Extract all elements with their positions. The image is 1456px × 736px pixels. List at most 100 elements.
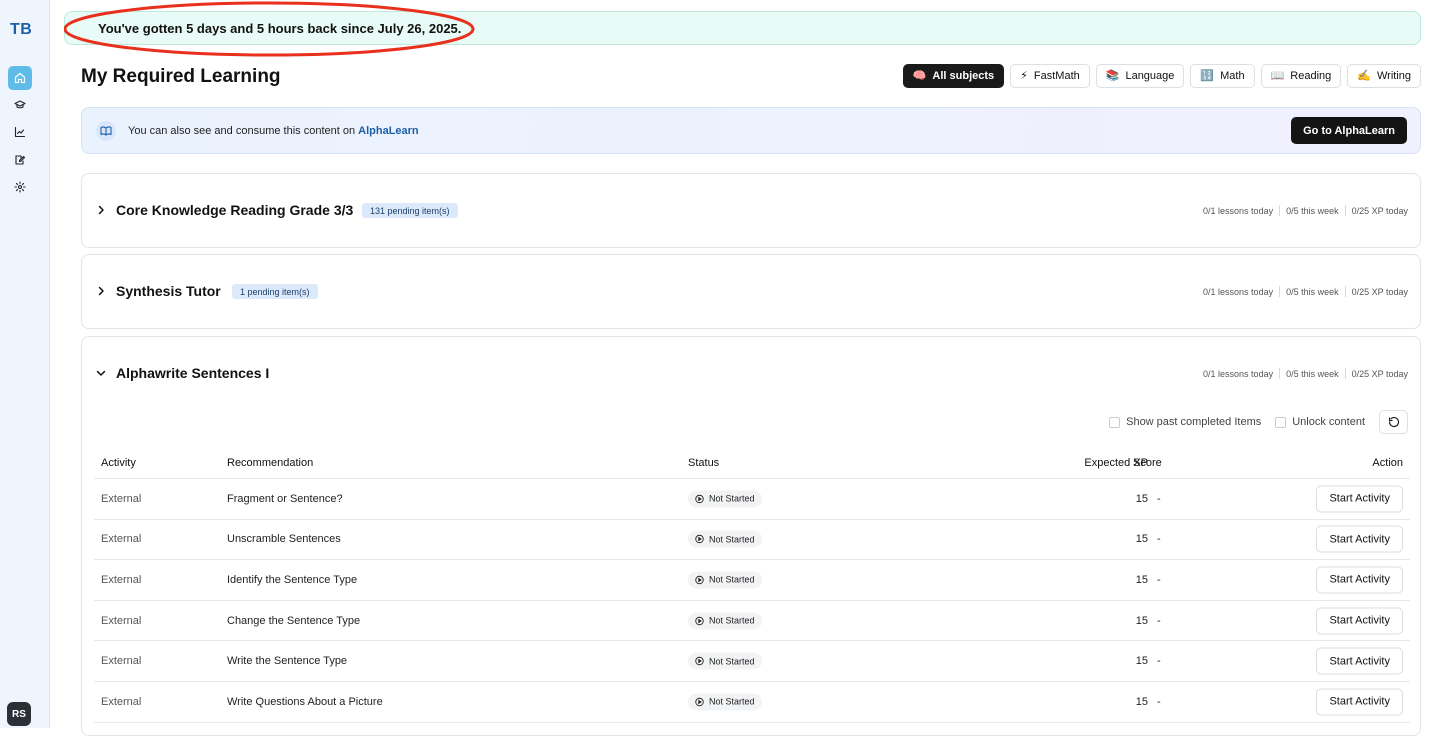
column-header: Action: [1372, 456, 1403, 469]
this-week: 0/5 this week: [1286, 286, 1339, 297]
recommendation-cell: Change the Sentence Type: [227, 614, 361, 627]
graduation-cap-icon[interactable]: [8, 93, 32, 117]
xp-cell: 15: [1135, 695, 1148, 708]
refresh-icon: [1388, 416, 1399, 428]
score-cell: -: [1157, 614, 1161, 627]
course-card-expanded: Alphawrite Sentences I 0/1 lessons today…: [81, 336, 1421, 736]
table-header: Activity Recommendation Status Expected …: [94, 447, 1410, 479]
xp-cell: 15: [1135, 492, 1148, 505]
status-text: Not Started: [709, 493, 755, 504]
column-header: Activity: [101, 456, 136, 469]
score-cell: -: [1157, 695, 1161, 708]
lightning-icon: ⚡: [1020, 69, 1028, 82]
start-activity-button[interactable]: Start Activity: [1316, 607, 1403, 635]
checkbox-box[interactable]: [1275, 416, 1287, 428]
course-stats: 0/1 lessons today 0/5 this week 0/25 XP …: [1203, 368, 1408, 379]
column-header: Recommendation: [227, 456, 314, 469]
filter-language[interactable]: 📚 Language: [1095, 64, 1185, 88]
status-cell: Not Started: [688, 530, 762, 548]
column-header: Score: [1133, 456, 1162, 469]
chevron-down-icon[interactable]: [95, 367, 107, 379]
table-tools: Show past completed Items Unlock content: [1109, 410, 1408, 434]
refresh-button[interactable]: [1379, 410, 1408, 434]
filter-all-subjects[interactable]: 🧠 All subjects: [902, 64, 1005, 88]
status-cell: Not Started: [688, 490, 762, 508]
start-activity-button[interactable]: Start Activity: [1316, 485, 1403, 513]
status-text: Not Started: [709, 696, 755, 707]
home-icon[interactable]: [8, 66, 32, 90]
chevron-right-icon[interactable]: [95, 204, 107, 216]
status-badge: Not Started: [688, 652, 762, 670]
checkbox-label: Unlock content: [1292, 416, 1365, 428]
sidebar: TB RS: [0, 0, 50, 728]
action-cell: Start Activity: [1316, 485, 1403, 513]
xp-cell: 15: [1135, 614, 1148, 627]
activity-cell: External: [101, 573, 142, 586]
status-badge: Not Started: [688, 490, 762, 508]
status-text: Not Started: [709, 534, 755, 545]
score-cell: -: [1157, 573, 1161, 586]
activity-cell: External: [101, 614, 142, 627]
alphalearn-link[interactable]: AlphaLearn: [358, 125, 419, 137]
action-cell: Start Activity: [1316, 525, 1403, 553]
course-stats: 0/1 lessons today 0/5 this week 0/25 XP …: [1203, 205, 1408, 216]
activity-cell: External: [101, 655, 142, 668]
this-week: 0/5 this week: [1286, 205, 1339, 216]
filter-label: All subjects: [932, 70, 995, 82]
app-logo[interactable]: TB: [10, 21, 32, 39]
checkbox-box[interactable]: [1109, 416, 1121, 428]
activity-cell: External: [101, 695, 142, 708]
filter-label: Reading: [1290, 70, 1332, 82]
gear-icon[interactable]: [8, 175, 32, 199]
status-text: Not Started: [709, 656, 755, 667]
chart-icon[interactable]: [8, 120, 32, 144]
start-activity-button[interactable]: Start Activity: [1316, 525, 1403, 553]
status-text: Not Started: [709, 574, 755, 585]
course-header[interactable]: Alphawrite Sentences I 0/1 lessons today…: [82, 337, 1420, 411]
recommendation-cell: Write Questions About a Picture: [227, 695, 383, 708]
brain-icon: 🧠: [912, 69, 927, 82]
score-cell: -: [1157, 655, 1161, 668]
open-book-icon: 📖: [1270, 69, 1285, 82]
show-past-completed-checkbox[interactable]: Show past completed Items: [1109, 416, 1261, 428]
edit-note-icon[interactable]: [8, 148, 32, 172]
lessons-today: 0/1 lessons today: [1203, 368, 1274, 379]
action-cell: Start Activity: [1316, 688, 1403, 716]
alphalearn-text: You can also see and consume this conten…: [128, 125, 419, 137]
chevron-right-icon[interactable]: [95, 285, 107, 297]
filter-math[interactable]: 🔢 Math: [1190, 64, 1255, 88]
xp-cell: 15: [1135, 573, 1148, 586]
recommendation-cell: Fragment or Sentence?: [227, 492, 343, 505]
column-header: Status: [688, 456, 720, 469]
course-header[interactable]: Core Knowledge Reading Grade 3/3 131 pen…: [82, 174, 1420, 248]
filter-reading[interactable]: 📖 Reading: [1260, 64, 1342, 88]
status-text: Not Started: [709, 615, 755, 626]
status-badge: Not Started: [688, 612, 762, 630]
status-cell: Not Started: [688, 652, 762, 670]
pending-badge: 131 pending item(s): [362, 203, 458, 218]
recommendation-cell: Identify the Sentence Type: [227, 573, 358, 586]
banner-text: You've gotten 5 days and 5 hours back si…: [98, 21, 462, 36]
go-to-alphalearn-button[interactable]: Go to AlphaLearn: [1291, 117, 1407, 144]
avatar[interactable]: RS: [7, 702, 31, 726]
activity-cell: External: [101, 492, 142, 505]
play-circle-icon: [695, 494, 704, 503]
recommendation-cell: Write the Sentence Type: [227, 655, 348, 668]
course-header[interactable]: Synthesis Tutor 1 pending item(s) 0/1 le…: [82, 255, 1420, 329]
start-activity-button[interactable]: Start Activity: [1316, 566, 1403, 594]
action-cell: Start Activity: [1316, 647, 1403, 675]
filter-writing[interactable]: ✍️ Writing: [1347, 64, 1421, 88]
filter-label: Math: [1220, 70, 1245, 82]
start-activity-button[interactable]: Start Activity: [1316, 647, 1403, 675]
filter-fastmath[interactable]: ⚡ FastMath: [1010, 64, 1090, 88]
activity-table: Activity Recommendation Status Expected …: [94, 447, 1410, 723]
numbers-icon: 🔢: [1200, 69, 1215, 82]
page-title: My Required Learning: [81, 66, 281, 87]
unlock-content-checkbox[interactable]: Unlock content: [1275, 416, 1365, 428]
status-badge: Not Started: [688, 571, 762, 589]
table-row: External Write the Sentence Type Not Sta…: [94, 641, 1410, 682]
recommendation-cell: Unscramble Sentences: [227, 533, 341, 546]
xp-today: 0/25 XP today: [1351, 368, 1408, 379]
start-activity-button[interactable]: Start Activity: [1316, 688, 1403, 716]
status-cell: Not Started: [688, 612, 762, 630]
